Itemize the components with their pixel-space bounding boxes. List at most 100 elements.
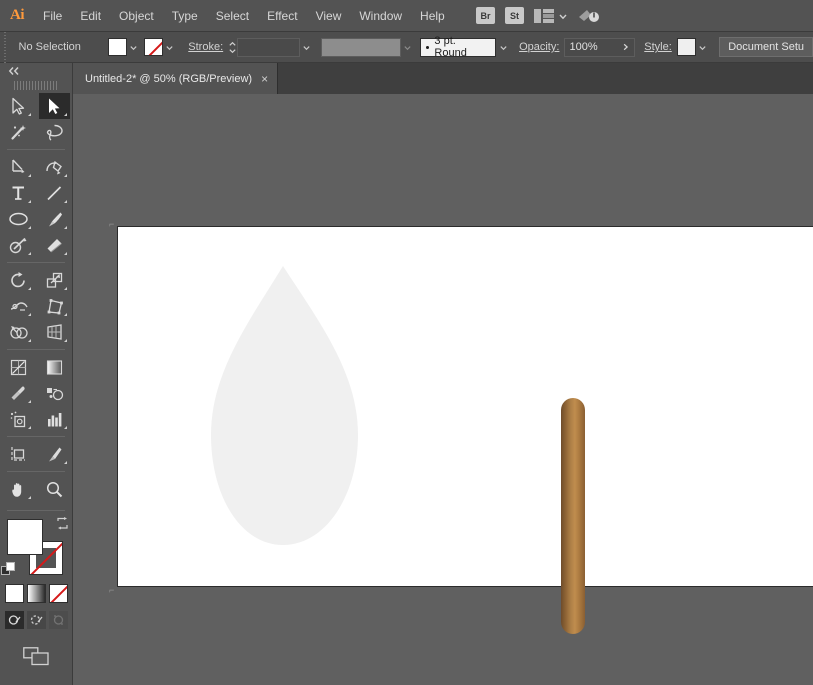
- stock-button[interactable]: St: [505, 7, 524, 24]
- gradient-fill-button[interactable]: [26, 584, 46, 603]
- fill-color-swatch[interactable]: [107, 38, 127, 56]
- fill-proxy-swatch[interactable]: [7, 519, 43, 555]
- free-transform-tool[interactable]: [39, 293, 70, 319]
- ellipse-icon: [9, 212, 28, 225]
- draw-behind-icon: [30, 615, 43, 625]
- menu-view[interactable]: View: [307, 5, 351, 27]
- tool-flyout-corner-icon: [28, 426, 31, 429]
- pen-icon: [11, 159, 24, 173]
- width-profile-dropdown[interactable]: [401, 37, 415, 57]
- lasso-icon: [46, 124, 63, 141]
- brush-dot-icon: [426, 45, 430, 49]
- color-fill-button[interactable]: [4, 584, 24, 603]
- menu-edit[interactable]: Edit: [71, 5, 110, 27]
- hand-tool[interactable]: [3, 476, 34, 502]
- tools-panel: [0, 63, 73, 685]
- stroke-weight-stepper[interactable]: [228, 38, 237, 57]
- tool-flyout-corner-icon: [28, 113, 31, 116]
- menu-help[interactable]: Help: [411, 5, 454, 27]
- scale-icon: [46, 272, 63, 288]
- collapse-panel-button[interactable]: [0, 63, 72, 79]
- slice-tool[interactable]: [39, 441, 70, 467]
- canvas-area[interactable]: ⌐ ⌐: [73, 94, 813, 685]
- document-setup-button[interactable]: Document Setu: [719, 37, 813, 57]
- leaf-shape[interactable]: [210, 265, 360, 547]
- symbol-sprayer-tool[interactable]: [3, 406, 34, 432]
- style-label[interactable]: Style:: [644, 41, 672, 53]
- eyedropper-tool[interactable]: [3, 380, 34, 406]
- tool-flyout-corner-icon: [64, 339, 67, 342]
- chevron-down-icon: [303, 45, 310, 50]
- tool-flyout-corner-icon: [64, 313, 67, 316]
- line-segment-tool[interactable]: [39, 180, 70, 206]
- brush-definition-preview[interactable]: 3 pt. Round: [420, 35, 497, 59]
- graphic-style-swatch[interactable]: [676, 38, 696, 56]
- arrange-documents-button[interactable]: [534, 8, 568, 23]
- stick-shape[interactable]: [559, 397, 587, 635]
- shaper-tool[interactable]: [3, 232, 34, 258]
- chevron-right-icon[interactable]: [621, 42, 630, 52]
- menu-file[interactable]: File: [34, 5, 71, 27]
- blend-tool[interactable]: [39, 380, 70, 406]
- gradient-tool[interactable]: [39, 354, 70, 380]
- stroke-weight-input[interactable]: [237, 37, 300, 57]
- column-graph-tool[interactable]: [39, 406, 70, 432]
- workspace-switcher-icon[interactable]: [578, 7, 600, 25]
- stroke-color-swatch[interactable]: [144, 38, 164, 56]
- draw-normal-button[interactable]: [4, 611, 24, 629]
- width-profile-preview[interactable]: [320, 37, 402, 57]
- swap-fill-stroke-icon[interactable]: [56, 517, 69, 530]
- menu-object[interactable]: Object: [110, 5, 163, 27]
- control-bar-grip[interactable]: [0, 31, 9, 63]
- graphic-style-dropdown[interactable]: [695, 37, 710, 57]
- none-fill-button[interactable]: [48, 584, 68, 603]
- artboard-corner-mark-bottom: ⌐: [109, 585, 115, 595]
- menu-select[interactable]: Select: [207, 5, 258, 27]
- tool-flyout-corner-icon: [28, 400, 31, 403]
- tools-panel-grip[interactable]: [14, 79, 58, 90]
- bridge-button[interactable]: Br: [476, 7, 495, 24]
- scale-tool[interactable]: [39, 267, 70, 293]
- blend-icon: [46, 387, 63, 400]
- control-bar: No Selection Stroke: 3 pt. Round Opacity…: [0, 31, 813, 63]
- menu-bar-right-tools: Br St: [476, 7, 813, 25]
- stroke-weight-dropdown[interactable]: [299, 37, 314, 57]
- artboard-tool[interactable]: [3, 441, 34, 467]
- draw-inside-button[interactable]: [48, 611, 68, 629]
- perspective-grid-tool[interactable]: [39, 319, 70, 345]
- tool-flyout-corner-icon: [64, 113, 67, 116]
- fill-swatch-dropdown[interactable]: [126, 37, 141, 57]
- direct-selection-tool[interactable]: [3, 93, 34, 119]
- stroke-swatch-dropdown[interactable]: [163, 37, 177, 57]
- menu-window[interactable]: Window: [350, 5, 411, 27]
- mesh-tool[interactable]: [3, 354, 34, 380]
- brush-definition-dropdown[interactable]: [496, 37, 510, 57]
- chevron-down-icon: [166, 45, 173, 50]
- close-icon[interactable]: ×: [261, 73, 268, 85]
- curvature-tool[interactable]: [39, 154, 70, 180]
- type-tool[interactable]: [3, 180, 34, 206]
- draw-behind-button[interactable]: [26, 611, 46, 629]
- selection-tool[interactable]: [39, 93, 70, 119]
- opacity-label[interactable]: Opacity:: [519, 41, 559, 53]
- document-tab[interactable]: Untitled-2* @ 50% (RGB/Preview) ×: [73, 63, 279, 94]
- width-tool[interactable]: [3, 293, 34, 319]
- zoom-tool[interactable]: [39, 476, 70, 502]
- draw-inside-icon: [53, 615, 63, 625]
- ellipse-tool[interactable]: [3, 206, 34, 232]
- free-transform-icon: [47, 298, 63, 314]
- eyedropper-icon: [11, 386, 25, 400]
- screen-mode-button[interactable]: [0, 647, 72, 666]
- menu-type[interactable]: Type: [163, 5, 207, 27]
- shape-builder-tool[interactable]: [3, 319, 34, 345]
- default-fill-stroke-icon[interactable]: [1, 562, 16, 577]
- eraser-tool[interactable]: [39, 232, 70, 258]
- rotate-tool[interactable]: [3, 267, 34, 293]
- paintbrush-tool[interactable]: [39, 206, 70, 232]
- lasso-tool[interactable]: [39, 119, 70, 145]
- opacity-input[interactable]: 100%: [564, 37, 636, 57]
- pen-tool[interactable]: [3, 154, 34, 180]
- magic-wand-tool[interactable]: [3, 119, 34, 145]
- stroke-label[interactable]: Stroke:: [188, 41, 223, 53]
- menu-effect[interactable]: Effect: [258, 5, 306, 27]
